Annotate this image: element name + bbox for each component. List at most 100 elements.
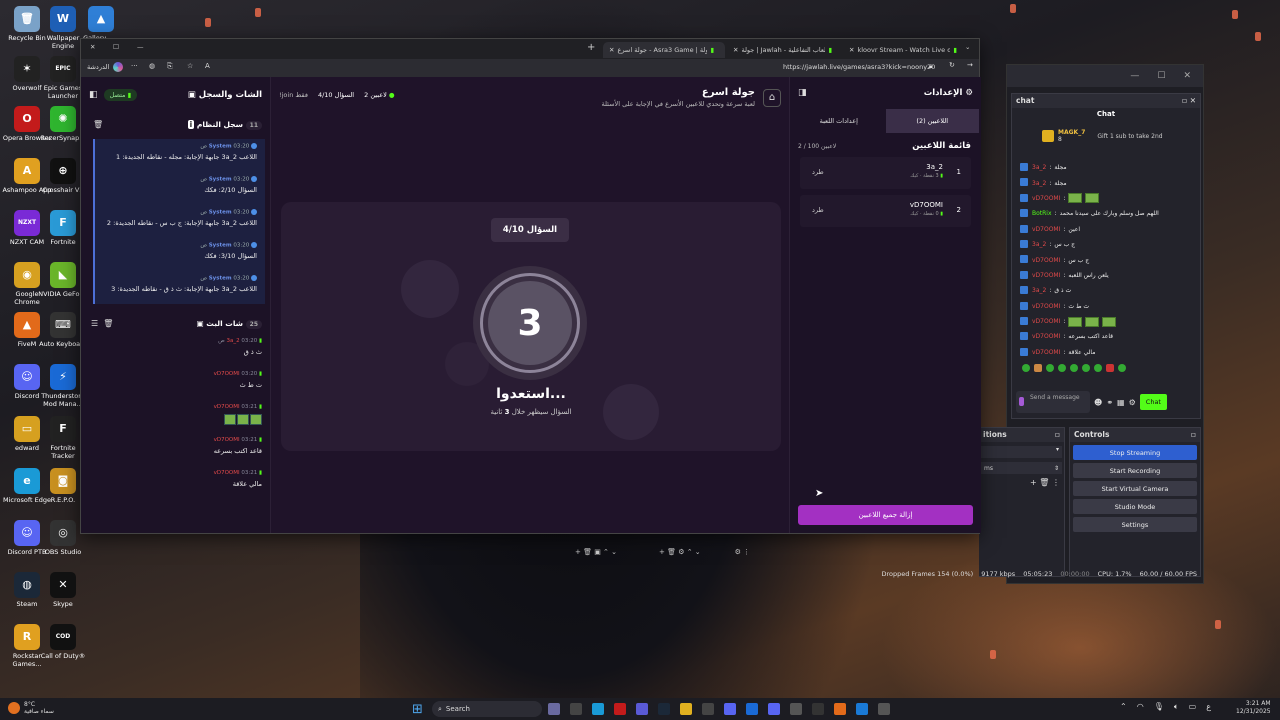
- favorites-icon[interactable]: ☆: [187, 62, 193, 70]
- close-window-icon[interactable]: ✕: [90, 43, 95, 51]
- new-tab-icon[interactable]: +: [587, 42, 595, 53]
- kick-player-button[interactable]: طرد: [812, 168, 824, 176]
- desktop-icon[interactable]: COD Call of Duty®: [38, 624, 88, 676]
- app-icon: ☺: [14, 520, 40, 546]
- taskbar-app-icon[interactable]: [790, 703, 802, 715]
- obs-control-button[interactable]: Start Virtual Camera: [1073, 481, 1197, 496]
- taskbar-app-icon[interactable]: [636, 703, 648, 715]
- chat-text: قاعد اكتب بسرعه: [213, 447, 262, 455]
- search-box[interactable]: ⌕ Search: [432, 701, 542, 717]
- obs-window[interactable]: — ☐ ✕ chat ▫ ✕ Chat MAGK_7 8 Gift 1 sub to…: [881, 64, 1204, 584]
- maximize-icon[interactable]: ☐: [1157, 71, 1165, 87]
- duration-input[interactable]: ms ⇕: [981, 462, 1062, 474]
- obs-control-button[interactable]: Settings: [1073, 517, 1197, 532]
- more-icon[interactable]: ···: [131, 62, 138, 70]
- collapse-icon[interactable]: ◧: [89, 90, 98, 100]
- taskbar-app-icon[interactable]: [746, 703, 758, 715]
- dock-close-icon[interactable]: ▫: [1055, 430, 1060, 440]
- dock-close-icon[interactable]: ▫: [1191, 430, 1196, 440]
- obs-dock-toolbar[interactable]: + 🗑 ▣ ⌃ ⌄ + 🗑 ⚙ ⌃ ⌄ ⚙ ⋮: [575, 548, 935, 562]
- wallpaper-lantern: [1215, 620, 1221, 629]
- badge-icon: [1020, 316, 1028, 325]
- player-score: 3 نقطة · كيك: [910, 173, 939, 179]
- kick-player-button[interactable]: طرد: [812, 206, 824, 214]
- dock-title: chat: [1016, 96, 1035, 105]
- obs-chat-dock[interactable]: chat ▫ ✕ Chat MAGK_7 8 Gift 1 sub to take …: [1011, 93, 1201, 419]
- taskbar-app-icon[interactable]: [658, 703, 670, 715]
- grid-icon[interactable]: ▦: [1117, 398, 1125, 407]
- obs-control-button[interactable]: Start Recording: [1073, 463, 1197, 478]
- tab-game-settings[interactable]: إعدادات اللعبة: [792, 109, 886, 133]
- app-icon: ◎: [50, 520, 76, 546]
- send-message-input[interactable]: Send a message: [1016, 391, 1090, 413]
- tab-list-icon[interactable]: ⌄: [965, 43, 970, 51]
- transition-select[interactable]: ▾: [981, 446, 1062, 458]
- badge-icon: [1020, 270, 1028, 279]
- wallpaper-lantern: [205, 18, 211, 27]
- chevron-up-icon: ⌃: [1120, 702, 1127, 711]
- minimize-icon[interactable]: —: [137, 43, 144, 51]
- trash-icon[interactable]: 🗑: [103, 319, 113, 328]
- gear-icon: ⚙: [965, 88, 973, 98]
- settings-panel: ◨ الإعدادات ⚙ إعدادات اللعبة اللاعبين (2…: [789, 77, 981, 533]
- game-title: جولة اسرع: [701, 87, 755, 98]
- copilot-icon[interactable]: [113, 62, 123, 72]
- home-icon[interactable]: ⌂: [763, 88, 781, 107]
- send-chat-button[interactable]: Chat: [1139, 394, 1167, 410]
- sidebar-label[interactable]: الدردشة: [87, 63, 109, 71]
- url-field[interactable]: https://jawlah.live/games/asra3?kick=noo…: [783, 63, 935, 71]
- maximize-icon[interactable]: ☐: [113, 43, 119, 51]
- link-icon[interactable]: ⚭: [1106, 398, 1113, 407]
- taskbar-app-icon[interactable]: [768, 703, 780, 715]
- system-tray[interactable]: ⌃ ◠ 🎙︎ 🔈︎ ▭ ع: [1120, 702, 1211, 712]
- chat-text: ج ب س: [1054, 241, 1076, 249]
- dock-close-icon[interactable]: ▫ ✕: [1182, 96, 1196, 106]
- emoji-icon[interactable]: ☻: [1094, 398, 1102, 407]
- minimize-icon[interactable]: —: [1130, 71, 1139, 87]
- list-icon[interactable]: ☰: [91, 319, 98, 328]
- desktop-icon[interactable]: ✕ Skype: [38, 572, 88, 624]
- read-aloud-icon[interactable]: A: [205, 62, 210, 70]
- tab-players[interactable]: اللاعبين (2): [885, 109, 979, 133]
- taskbar-app-icon[interactable]: [592, 703, 604, 715]
- taskbar-app-icon[interactable]: [614, 703, 626, 715]
- taskbar-app-icon[interactable]: [834, 703, 846, 715]
- taskbar-app-icon[interactable]: [856, 703, 868, 715]
- weather-widget[interactable]: 8°C سماء صافية: [8, 701, 54, 715]
- taskbar-app-icon[interactable]: [878, 703, 890, 715]
- chat-text: ث ط ث: [1068, 302, 1090, 310]
- refresh-icon[interactable]: ↻: [949, 61, 955, 69]
- obs-control-button[interactable]: Studio Mode: [1073, 499, 1197, 514]
- stream-chat-list: ▮ 3a_2 03:20 صث ذ ق ▮ vD7OOMI 03:20 ت ط ث ▮…: [81, 338, 270, 503]
- gear-icon[interactable]: ⚙: [1129, 398, 1136, 407]
- clock[interactable]: 3:21 AM 12/31/2025: [1236, 700, 1271, 716]
- taskbar-app-icon[interactable]: [570, 703, 582, 715]
- extension-icon[interactable]: ◍: [149, 62, 155, 70]
- taskbar-app-icon[interactable]: [702, 703, 714, 715]
- obs-control-button[interactable]: Stop Streaming: [1073, 445, 1197, 460]
- taskbar-app-icon[interactable]: [548, 703, 560, 715]
- desktop-icon-label: Skype: [53, 600, 73, 608]
- log-text: اللاعب 3a_2 جابهة الإجابة: ج ب س - نقاطه…: [106, 218, 257, 227]
- taskbar-app-icon[interactable]: [680, 703, 692, 715]
- badge-icon: [1020, 178, 1028, 187]
- question-badge: السؤال 4/10: [491, 218, 569, 242]
- tab-asra3[interactable]: ✕جولة اسرع - Asra3 Game | جولة▮: [603, 42, 725, 58]
- emote-bar[interactable]: [1014, 364, 1198, 374]
- browser-window[interactable]: ✕ ☐ — + ✕جولة اسرع - Asra3 Game | جولة▮ …: [80, 38, 981, 534]
- collapse-icon[interactable]: ◨: [798, 88, 807, 98]
- obs-status-bar: Dropped Frames 154 (0.0%) 9177 kbps 05:05:…: [881, 570, 1197, 578]
- forward-icon[interactable]: →: [967, 61, 973, 69]
- transition-buttons[interactable]: + 🗑 ⋮: [979, 478, 1064, 487]
- taskbar-app-icon[interactable]: [724, 703, 736, 715]
- close-icon[interactable]: ✕: [1183, 71, 1191, 87]
- trash-icon[interactable]: 🗑: [93, 120, 103, 129]
- start-icon[interactable]: ⊞: [412, 702, 423, 717]
- taskbar-app-icon[interactable]: [812, 703, 824, 715]
- tab-jawlah[interactable]: ✕جولة | Jawlah - منصة الألعاب التفاعلية▮: [727, 42, 841, 58]
- transitions-dock[interactable]: itions ▫ ▾ ms ⇕ + 🗑 ⋮: [979, 427, 1065, 577]
- controls-dock[interactable]: Controls ▫ Stop Streaming Start Recording S…: [1069, 427, 1201, 577]
- remove-all-players-button[interactable]: إزالة جميع اللاعبين: [798, 505, 973, 525]
- tab-kick[interactable]: ✕kloovr Stream - Watch Live on Kick▮: [843, 42, 963, 58]
- share-icon[interactable]: ⎘: [167, 62, 173, 71]
